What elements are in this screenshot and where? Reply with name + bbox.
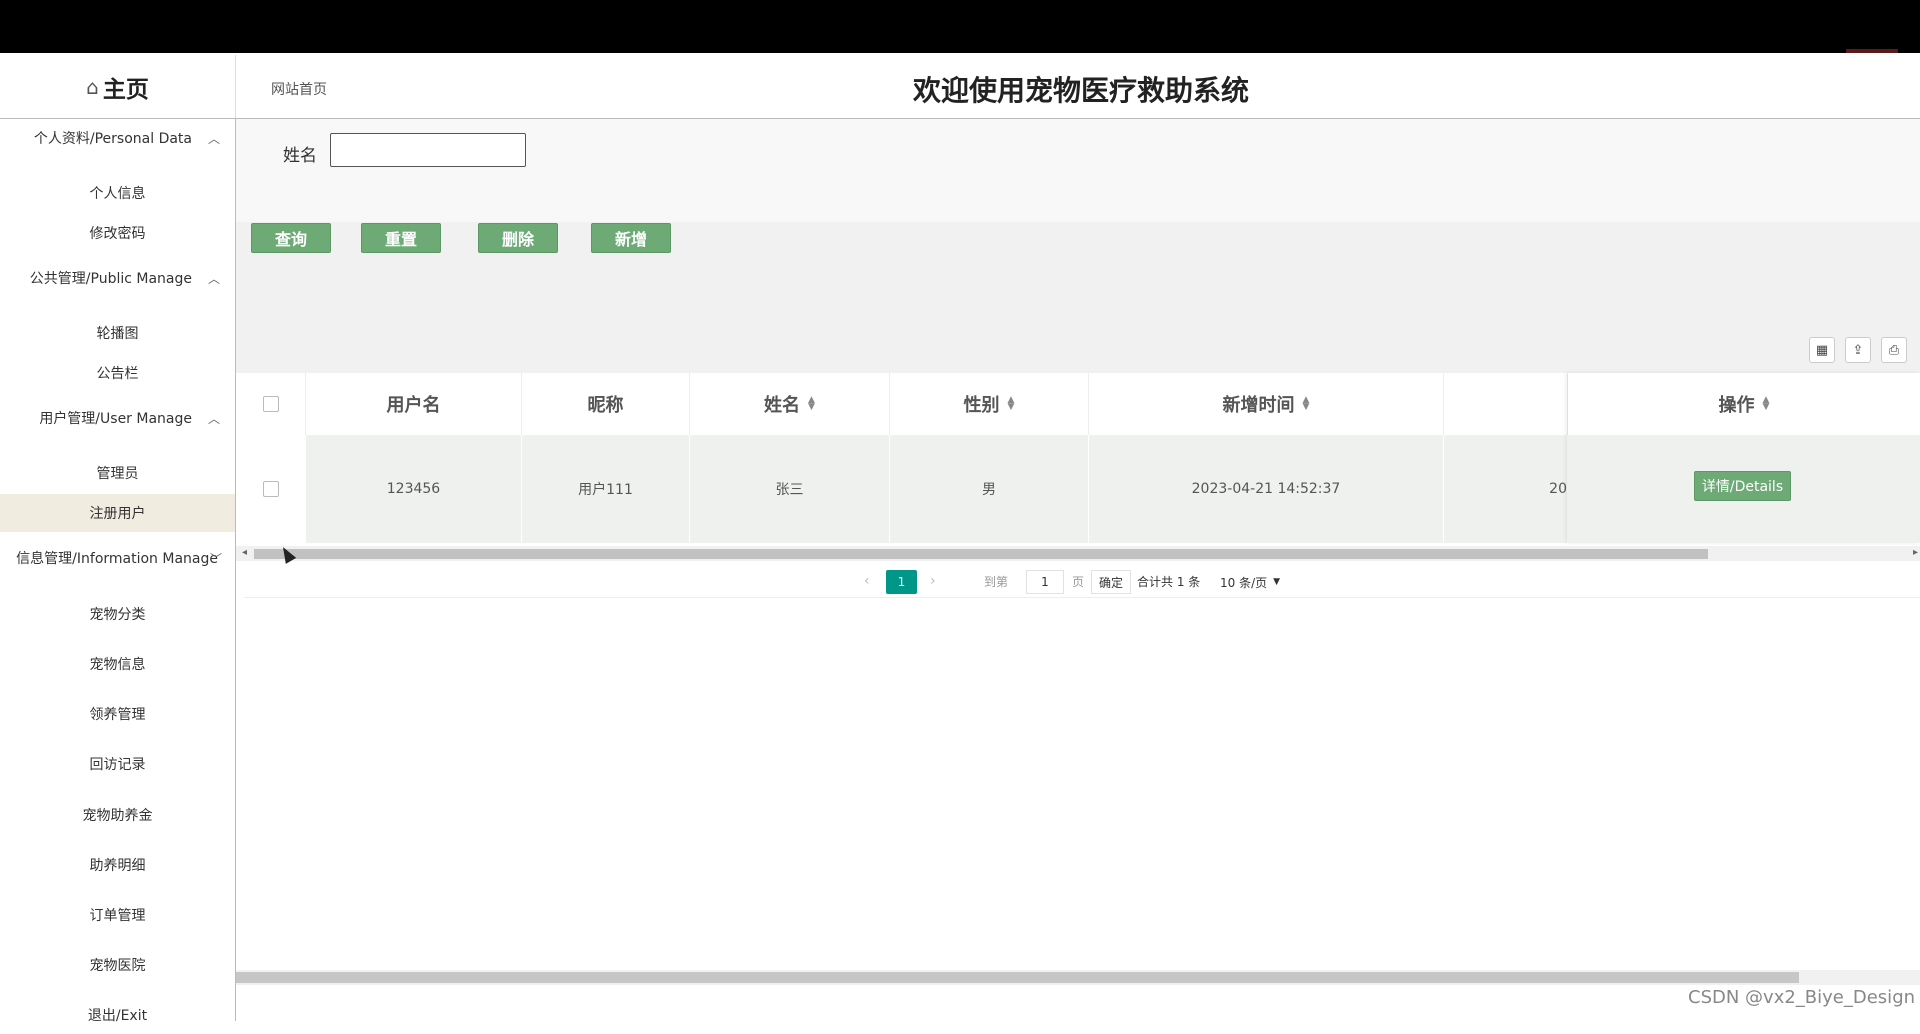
sidebar-item-hospital[interactable]: 宠物医院 [0, 946, 235, 984]
next-page-icon[interactable]: › [930, 565, 936, 597]
sidebar-group-label: 公共管理/Public Manage [29, 271, 192, 287]
sidebar-item-orders[interactable]: 订单管理 [0, 896, 235, 934]
sort-icon[interactable]: ▲ ▼ [808, 396, 815, 412]
header-name-label: 姓名 [764, 395, 801, 416]
chevron-up-icon: ︿ [208, 271, 221, 286]
chevron-down-icon: ▼ [1273, 577, 1280, 587]
total-count: 合计共 1 条 [1137, 574, 1201, 589]
header-gender-label: 性别 [963, 395, 1000, 416]
cell-gender: 男 [890, 435, 1089, 543]
header-gender[interactable]: 性别 ▲ ▼ [890, 373, 1089, 435]
page-size-select[interactable]: 10 条/页 ▼ [1214, 570, 1286, 594]
home-icon: ⌂ [86, 74, 99, 99]
cell-username: 123456 [306, 435, 522, 543]
sidebar-item-carousel[interactable]: 轮播图 [0, 314, 235, 352]
sidebar-item-sponsorship-detail[interactable]: 助养明细 [0, 846, 235, 884]
sidebar-group-label: 个人资料/Personal Data [33, 131, 192, 147]
header-username[interactable]: 用户名 [306, 373, 522, 435]
sidebar-item-profile[interactable]: 个人信息 [0, 174, 235, 212]
main-content: 姓名 查询 重置 删除 新增 ▦ ⇪ ⎙ 用户名 昵称 姓名 ▲ ▼ 性别 ▲ ▼ 新增… [236, 119, 1920, 1021]
header-nickname[interactable]: 昵称 [522, 373, 690, 435]
search-panel: 姓名 [236, 119, 1920, 222]
select-all-checkbox[interactable] [262, 396, 279, 412]
sidebar-group-info[interactable]: 信息管理/Information Manage ﹀ [0, 544, 235, 572]
table-horizontal-scrollbar[interactable]: ◂ ▸ [236, 546, 1920, 561]
sidebar-item-registered-users[interactable]: 注册用户 [0, 494, 235, 532]
sort-icon[interactable]: ▲ ▼ [1763, 396, 1770, 412]
sidebar-item-notice[interactable]: 公告栏 [0, 354, 235, 392]
header-name[interactable]: 姓名 ▲ ▼ [690, 373, 890, 435]
query-button[interactable]: 查询 [251, 223, 331, 253]
page-size-label: 10 条/页 [1220, 575, 1268, 590]
scroll-left-icon[interactable]: ◂ [242, 547, 247, 558]
chevron-up-icon: ︿ [208, 411, 221, 426]
sidebar-item-followup[interactable]: 回访记录 [0, 745, 235, 783]
home-label: 主页 [102, 76, 149, 103]
page-scrollbar-thumb[interactable] [236, 972, 1799, 983]
header-action-label: 操作 [1718, 395, 1755, 416]
header-created[interactable]: 新增时间 ▲ ▼ [1089, 373, 1444, 435]
page-unit-label: 页 [1072, 574, 1085, 589]
top-accent [1846, 49, 1898, 53]
sidebar: 个人资料/Personal Data ︿ 个人信息 修改密码 公共管理/Publ… [0, 119, 236, 1024]
scrollbar-thumb[interactable] [254, 549, 1708, 559]
cell-nickname: 用户111 [522, 435, 690, 543]
sidebar-item-sponsorship[interactable]: 宠物助养金 [0, 796, 235, 834]
header-created-label: 新增时间 [1222, 395, 1295, 416]
header-extra [1444, 373, 1568, 435]
header-action[interactable]: 操作 ▲ ▼ [1568, 373, 1920, 435]
sidebar-item-admin[interactable]: 管理员 [0, 454, 235, 492]
columns-icon[interactable]: ▦ [1809, 337, 1835, 363]
chevron-down-icon: ﹀ [210, 551, 223, 566]
sort-icon[interactable]: ▲ ▼ [1303, 396, 1310, 412]
add-button[interactable]: 新增 [591, 223, 671, 253]
sidebar-item-password[interactable]: 修改密码 [0, 214, 235, 252]
goto-confirm-button[interactable]: 确定 [1091, 570, 1131, 594]
details-button[interactable]: 详情/Details [1694, 471, 1791, 501]
breadcrumb[interactable]: 网站首页 [271, 79, 327, 99]
scroll-right-icon[interactable]: ▸ [1913, 547, 1918, 558]
row-checkbox[interactable] [262, 481, 279, 497]
name-search-input[interactable] [330, 133, 526, 167]
export-icon[interactable]: ⇪ [1845, 337, 1871, 363]
prev-page-icon[interactable]: ‹ [864, 565, 870, 597]
cell-name: 张三 [690, 435, 890, 543]
goto-label: 到第 [984, 574, 1009, 589]
fixed-action-column: 操作 ▲ ▼ 详情/Details [1568, 373, 1920, 543]
reset-button[interactable]: 重置 [361, 223, 441, 253]
sort-icon[interactable]: ▲ ▼ [1008, 396, 1015, 412]
watermark: CSDN @vx2_Biye_Design [1688, 987, 1916, 1008]
sidebar-group-label: 用户管理/User Manage [39, 411, 192, 427]
sidebar-item-pet-info[interactable]: 宠物信息 [0, 645, 235, 683]
delete-button[interactable]: 删除 [478, 223, 558, 253]
current-page[interactable]: 1 [886, 570, 917, 594]
row-select-cell [236, 435, 306, 543]
sidebar-group-label: 信息管理/Information Manage [16, 551, 218, 567]
name-label: 姓名 [283, 146, 317, 166]
sidebar-item-exit[interactable]: 退出/Exit [0, 996, 235, 1034]
cell-partial: 20 [1444, 435, 1568, 543]
sidebar-item-adoption[interactable]: 领养管理 [0, 695, 235, 733]
home-link[interactable]: ⌂ 主页 [0, 55, 236, 118]
print-icon[interactable]: ⎙ [1881, 337, 1907, 363]
sidebar-group-public[interactable]: 公共管理/Public Manage ︿ [0, 264, 235, 292]
header-select-cell [236, 373, 306, 435]
data-table: 用户名 昵称 姓名 ▲ ▼ 性别 ▲ ▼ 新增时间 ▲ ▼ 123456 用户111 张三 … [236, 373, 1920, 567]
page-horizontal-scrollbar[interactable] [236, 970, 1920, 985]
goto-page-input[interactable]: 1 [1026, 570, 1064, 594]
sidebar-group-personal[interactable]: 个人资料/Personal Data ︿ [0, 124, 235, 152]
page-title: 欢迎使用宠物医疗救助系统 [913, 74, 1250, 107]
header: ⌂ 主页 网站首页 欢迎使用宠物医疗救助系统 [0, 55, 1920, 119]
window-top-bar [0, 0, 1920, 53]
sidebar-group-users[interactable]: 用户管理/User Manage ︿ [0, 404, 235, 432]
pagination: ‹ 1 › 到第 1 页 确定 合计共 1 条 10 条/页 ▼ [244, 565, 1920, 598]
sidebar-item-pet-category[interactable]: 宠物分类 [0, 595, 235, 633]
cell-created: 2023-04-21 14:52:37 [1089, 435, 1444, 543]
chevron-up-icon: ︿ [208, 131, 221, 146]
